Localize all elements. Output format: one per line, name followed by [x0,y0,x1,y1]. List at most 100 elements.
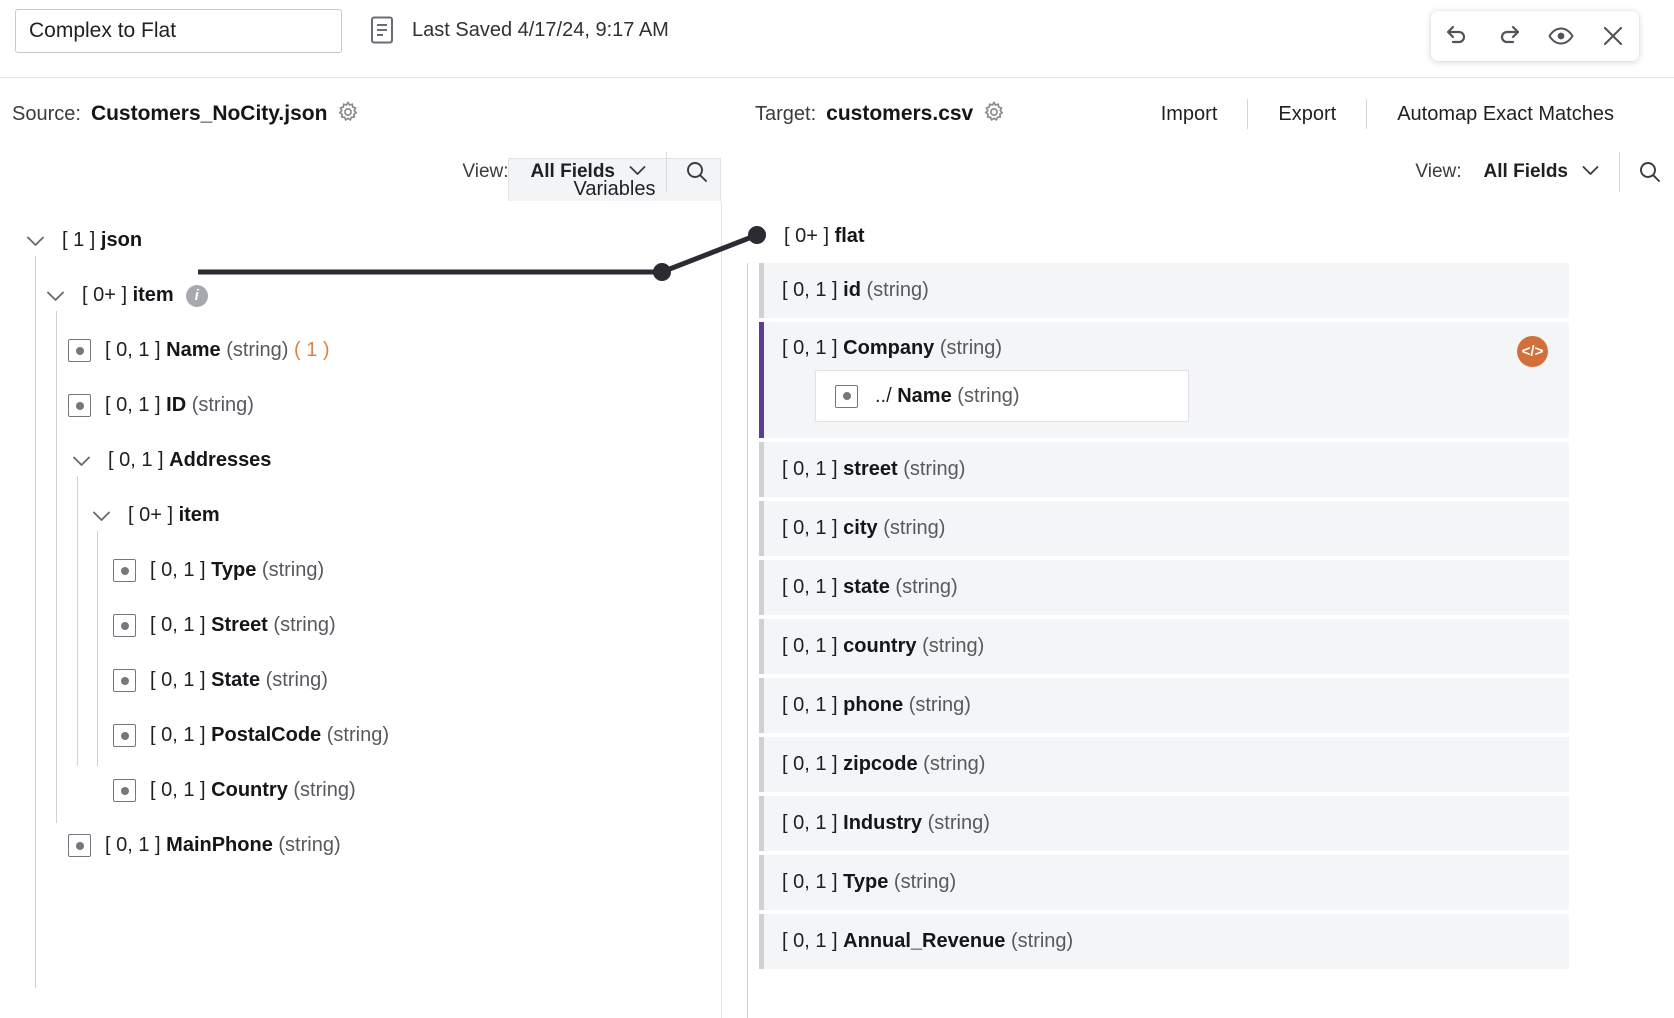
cardinality: [ 0, 1 ] [150,669,206,691]
chevron-down-icon [1582,163,1599,181]
tree-node-street[interactable]: [ 0, 1 ] Street (string) [0,598,721,653]
toolbar-card [1431,11,1639,61]
export-button[interactable]: Export [1248,99,1366,129]
tree-guide-line [77,476,78,766]
source-tree: [ 1 ] json[ 0+ ] itemi[ 0, 1 ] Name (str… [0,201,721,873]
automap-exact-matches-button[interactable]: Automap Exact Matches [1367,99,1644,129]
field-name: Name [166,339,220,361]
field-dot-icon[interactable] [113,779,136,802]
target-guide-line [747,263,748,1018]
header-actions: Import Export Automap Exact Matches [1131,92,1644,136]
tree-node-country[interactable]: [ 0, 1 ] Country (string) [0,763,721,818]
tree-node-json[interactable]: [ 1 ] json [0,213,721,268]
undo-icon[interactable] [1440,19,1474,53]
mapping-card[interactable]: ../ Name (string) [815,370,1189,422]
tree-node-state[interactable]: [ 0, 1 ] State (string) [0,653,721,708]
tree-node-label: [ 0, 1 ] ID (string) [105,394,254,417]
tree-guide-line [97,531,98,766]
mapping-field-type: (string) [957,385,1019,407]
field-type: (string) [192,394,254,416]
source-target-header: Source: Customers_NoCity.json Variables … [0,78,1674,143]
cardinality: [ 0, 1 ] [105,339,161,361]
target-row-label: [ 0, 1 ] Company (string) [782,322,1569,370]
target-file-name: customers.csv [826,102,973,126]
target-row-country[interactable]: [ 0, 1 ] country (string) [759,619,1569,674]
target-row-label: [ 0, 1 ] phone (string) [782,694,971,717]
cardinality: [ 0, 1 ] [782,576,838,598]
target-row-phone[interactable]: [ 0, 1 ] phone (string) [759,678,1569,733]
tree-node-item[interactable]: [ 0+ ] item [0,488,721,543]
source-view-value: All Fields [531,161,615,183]
source-search-icon[interactable] [673,152,721,192]
field-dot-icon[interactable] [113,724,136,747]
field-dot-icon[interactable] [68,834,91,857]
chevron-down-icon[interactable] [42,283,68,309]
field-name: phone [843,694,903,716]
field-name: zipcode [843,753,917,775]
field-dot-icon[interactable] [113,614,136,637]
mapping-count: ( 1 ) [294,339,330,361]
field-dot-icon[interactable] [68,394,91,417]
target-row-zipcode[interactable]: [ 0, 1 ] zipcode (string) [759,737,1569,792]
cardinality: [ 0, 1 ] [782,635,838,657]
chevron-down-icon[interactable] [744,223,770,249]
tree-node-name[interactable]: [ 0, 1 ] Name (string) ( 1 ) [0,323,721,378]
target-row-label: [ 0, 1 ] Annual_Revenue (string) [782,930,1073,953]
field-dot-icon[interactable] [113,669,136,692]
target-search-icon[interactable] [1626,152,1674,192]
target-row-industry[interactable]: [ 0, 1 ] Industry (string) [759,796,1569,851]
target-root-node[interactable]: [ 0+ ] flat [744,215,865,257]
field-name: PostalCode [211,724,321,746]
preview-eye-icon[interactable] [1544,19,1578,53]
cardinality: [ 0, 1 ] [782,517,838,539]
target-row-annual_revenue[interactable]: [ 0, 1 ] Annual_Revenue (string) [759,914,1569,969]
import-button[interactable]: Import [1131,99,1248,129]
field-name: json [101,229,142,251]
field-dot-icon[interactable] [113,559,136,582]
tree-node-type[interactable]: [ 0, 1 ] Type (string) [0,543,721,598]
target-row-type[interactable]: [ 0, 1 ] Type (string) [759,855,1569,910]
chevron-down-icon[interactable] [22,228,48,254]
target-row-id[interactable]: [ 0, 1 ] id (string) [759,263,1569,318]
chevron-down-icon[interactable] [88,503,114,529]
target-view-label: View: [1415,161,1461,183]
source-view-select[interactable]: All Fields [531,161,646,183]
tree-node-item[interactable]: [ 0+ ] itemi [0,268,721,323]
redo-icon[interactable] [1492,19,1526,53]
field-name: item [133,284,174,306]
field-name: State [211,669,260,691]
field-type: (string) [895,576,957,598]
tree-node-mainphone[interactable]: [ 0, 1 ] MainPhone (string) [0,818,721,873]
info-icon[interactable]: i [186,285,208,307]
mapped-row-body: [ 0, 1 ] Company (string)../ Name (strin… [782,322,1569,438]
field-dot-icon[interactable] [68,339,91,362]
target-row-state[interactable]: [ 0, 1 ] state (string) [759,560,1569,615]
field-name: state [843,576,890,598]
tree-node-addresses[interactable]: [ 0, 1 ] Addresses [0,433,721,488]
close-icon[interactable] [1596,19,1630,53]
target-row-street[interactable]: [ 0, 1 ] street (string) [759,442,1569,497]
target-view-select[interactable]: All Fields [1484,161,1599,183]
tree-node-label: [ 1 ] json [62,229,142,252]
cardinality: [ 0, 1 ] [782,812,838,834]
target-row-city[interactable]: [ 0, 1 ] city (string) [759,501,1569,556]
mapping-title-input[interactable] [15,9,342,53]
field-name: Industry [843,812,922,834]
source-gear-icon[interactable] [337,101,359,126]
target-gear-icon[interactable] [983,101,1005,126]
field-dot-icon [835,385,858,408]
field-type: (string) [262,559,324,581]
target-row-company[interactable]: [ 0, 1 ] Company (string)../ Name (strin… [759,322,1569,438]
field-name: Country [211,779,288,801]
field-name: Street [211,614,268,636]
source-view-label: View: [462,161,508,183]
field-name: Type [843,871,888,893]
mapping-field-name: Name [897,385,951,407]
tree-node-postalcode[interactable]: [ 0, 1 ] PostalCode (string) [0,708,721,763]
document-icon [370,16,396,44]
target-row-label: [ 0, 1 ] city (string) [782,517,945,540]
code-badge-icon[interactable]: </> [1517,336,1548,367]
chevron-down-icon[interactable] [68,448,94,474]
tree-node-id[interactable]: [ 0, 1 ] ID (string) [0,378,721,433]
field-type: (string) [928,812,990,834]
